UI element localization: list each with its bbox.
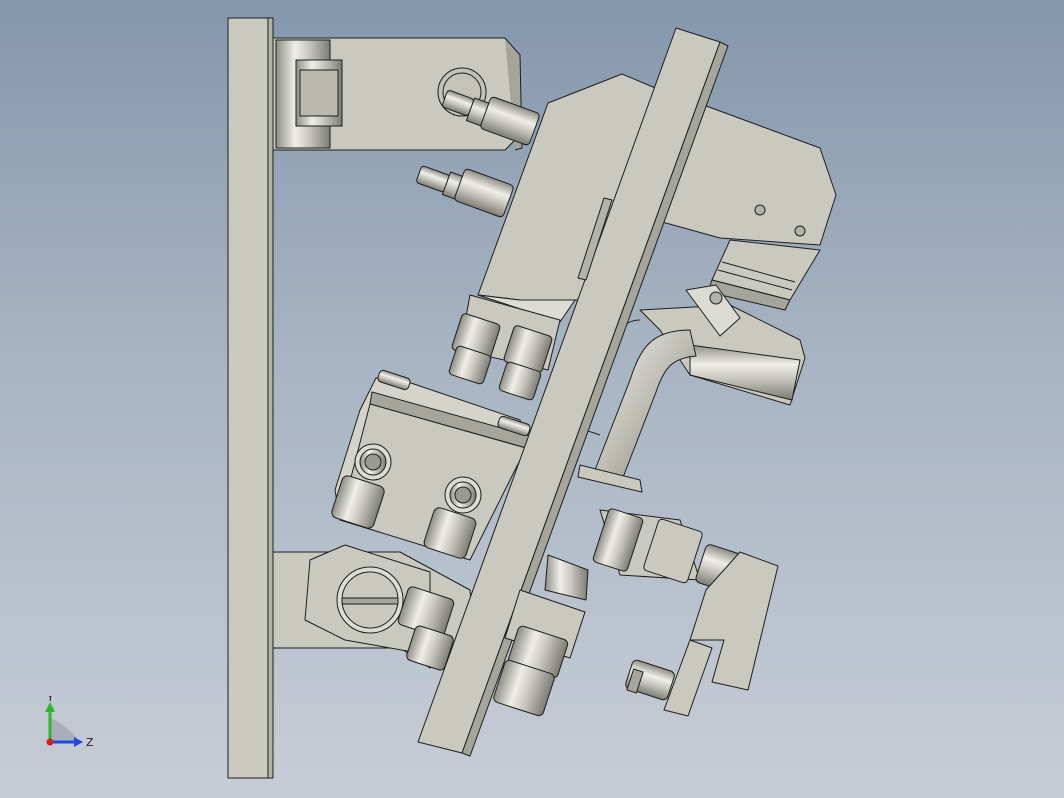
small-hole-1 bbox=[754, 204, 766, 216]
x-axis-dot bbox=[46, 738, 54, 746]
axis-triad: Y Z bbox=[45, 696, 94, 749]
small-hole-2 bbox=[794, 225, 806, 237]
y-axis-label: Y bbox=[46, 696, 54, 704]
vertical-base-plate[interactable] bbox=[227, 17, 274, 779]
z-axis-label: Z bbox=[86, 736, 94, 749]
screw-mid-left[interactable] bbox=[416, 165, 514, 218]
z-axis-arrow bbox=[74, 737, 83, 747]
cad-viewport[interactable]: Y Z bbox=[0, 0, 1064, 798]
slotted-screw-head[interactable] bbox=[336, 566, 404, 634]
assembly-model[interactable] bbox=[0, 0, 1064, 798]
